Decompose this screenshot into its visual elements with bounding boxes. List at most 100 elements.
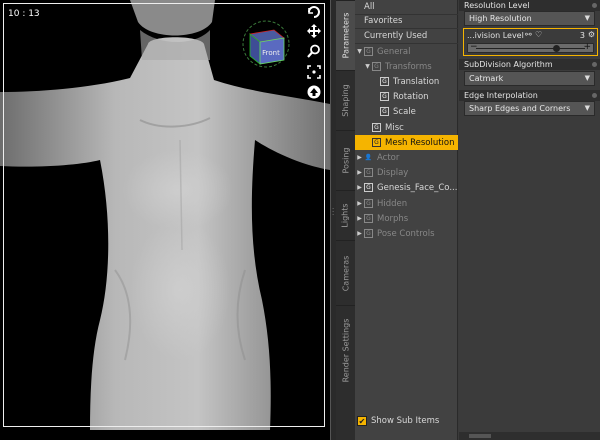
expand-down-icon[interactable]: ▼ (363, 63, 372, 70)
subdivision-algorithm-value: Catmark (469, 74, 504, 83)
tab-posing[interactable]: Posing (336, 130, 355, 190)
group-icon: G (380, 77, 389, 86)
favorite-heart-icon[interactable]: ♡ (535, 30, 542, 39)
group-icon: G (372, 138, 381, 147)
subdivision-level-value[interactable]: 3 (580, 31, 585, 40)
tab-lights[interactable]: Lights (336, 190, 355, 240)
tree-node-rotation[interactable]: G Rotation (355, 89, 458, 104)
tree-node-misc[interactable]: G Misc (355, 120, 458, 135)
tab-label: Shaping (341, 84, 350, 117)
resolution-level-dropdown[interactable]: High Resolution ▼ (464, 11, 595, 26)
slider-knob[interactable] (552, 45, 560, 52)
subdivision-algorithm-dropdown[interactable]: Catmark ▼ (464, 71, 595, 86)
edge-interpolation-title: Edge Interpolation (464, 91, 538, 100)
group-icon: G (364, 199, 373, 208)
tree-item-all[interactable]: All (355, 0, 458, 15)
property-options-icon[interactable] (592, 93, 597, 98)
tree-node-label: Rotation (393, 91, 429, 102)
tree-item-label: All (364, 2, 375, 12)
tab-parameters[interactable]: Parameters (336, 0, 355, 70)
view-cube[interactable]: Front (240, 18, 292, 70)
tree-node-label: Misc (385, 122, 404, 133)
tree-item-label: Favorites (364, 16, 403, 26)
expand-right-icon[interactable]: ▶ (355, 215, 364, 222)
tree-node-pose-controls[interactable]: ▶ G Pose Controls (355, 226, 458, 241)
expand-right-icon[interactable]: ▶ (355, 154, 364, 161)
subdivision-algorithm-header: SubDivision Algorithm (459, 59, 600, 70)
tree-node-general[interactable]: ▼ G General (355, 44, 458, 59)
increment-icon[interactable]: + (583, 42, 591, 52)
up-arrow-icon[interactable] (306, 84, 322, 100)
actor-icon: 👤 (364, 154, 373, 161)
viewport-timestamp: 10 : 13 (8, 9, 40, 19)
link-icon[interactable]: ⚯ (525, 30, 532, 39)
tree-node-label: Actor (377, 152, 400, 163)
zoom-icon[interactable] (306, 43, 322, 59)
tree-node-translation[interactable]: G Translation (355, 74, 458, 89)
gear-icon[interactable]: ⚙ (588, 30, 595, 39)
group-icon: G (364, 168, 373, 177)
tree-item-currently-used[interactable]: Currently Used (355, 29, 458, 44)
tab-cameras[interactable]: Cameras (336, 240, 355, 305)
tree-node-label: Translation (393, 76, 440, 87)
property-options-icon[interactable] (592, 3, 597, 8)
expand-right-icon[interactable]: ▶ (355, 230, 364, 237)
property-options-icon[interactable] (592, 62, 597, 67)
tree-node-label: Genesis_Face_Co... (377, 182, 458, 193)
chevron-down-icon: ▼ (584, 14, 590, 22)
tab-shaping[interactable]: Shaping (336, 70, 355, 130)
tree-node-scale[interactable]: G Scale (355, 104, 458, 119)
parameter-tree: All Favorites Currently Used ▼ G General ▼… (355, 0, 458, 440)
tree-node-mesh-resolution[interactable]: G Mesh Resolution (355, 135, 458, 150)
edge-interpolation-header: Edge Interpolation (459, 90, 600, 101)
tree-node-genesis-face[interactable]: ▶ G Genesis_Face_Co... (355, 180, 458, 195)
expand-right-icon[interactable]: ▶ (355, 169, 364, 176)
tree-node-hidden[interactable]: ▶ G Hidden (355, 196, 458, 211)
group-icon: G (364, 183, 373, 192)
slider-line (476, 48, 585, 49)
subdivision-level-label: ...ivision Level (467, 31, 524, 40)
pan-icon[interactable] (306, 23, 322, 39)
tab-label: Render Settings (341, 318, 350, 383)
tab-label: Posing (341, 147, 351, 174)
tab-render-settings[interactable]: Render Settings (336, 305, 355, 395)
expand-right-icon[interactable]: ▶ (355, 200, 364, 207)
pane-tab-strip: Parameters Shaping Posing Lights Cameras… (336, 0, 355, 440)
tree-node-actor[interactable]: ▶ 👤 Actor (355, 150, 458, 165)
3d-viewport[interactable]: Front 10 : 13 (0, 0, 330, 440)
resolution-level-title: Resolution Level (464, 1, 530, 10)
tree-item-label: Currently Used (364, 31, 428, 41)
tab-label: Cameras (341, 255, 350, 291)
frame-icon[interactable] (306, 64, 322, 80)
chevron-down-icon: ▼ (584, 74, 590, 82)
tree-node-display[interactable]: ▶ G Display (355, 165, 458, 180)
tree-node-label: Mesh Resolution (385, 137, 455, 148)
splitter-grip-icon: · · · (332, 205, 335, 219)
tree-item-favorites[interactable]: Favorites (355, 14, 458, 29)
chevron-down-icon: ▼ (584, 104, 590, 112)
subdivision-algorithm-title: SubDivision Algorithm (464, 60, 553, 69)
tree-node-label: Morphs (377, 213, 409, 224)
tree-node-transforms[interactable]: ▼ G Transforms (355, 59, 458, 74)
edge-interpolation-value: Sharp Edges and Corners (469, 104, 571, 113)
property-panel: Resolution Level High Resolution ▼ SubDi… (459, 0, 600, 440)
expand-down-icon[interactable]: ▼ (355, 48, 364, 55)
tree-node-label: Pose Controls (377, 228, 435, 239)
tree-node-label: General (377, 46, 411, 57)
tab-label: Lights (341, 203, 351, 228)
group-icon: G (364, 229, 373, 238)
expand-right-icon[interactable]: ▶ (355, 184, 364, 191)
edge-interpolation-dropdown[interactable]: Sharp Edges and Corners ▼ (464, 101, 595, 116)
subdivision-level-slider-box: ...ivision Level ⚯ ♡ 3 ⚙ − + (463, 28, 598, 56)
group-icon: G (372, 123, 381, 132)
tab-label: Parameters (341, 12, 351, 59)
resize-grip-icon[interactable] (469, 434, 491, 438)
orbit-icon[interactable] (306, 4, 322, 20)
show-sub-items-checkbox[interactable]: ✔ Show Sub Items (357, 416, 439, 426)
subdivision-level-slider[interactable]: − + (467, 42, 594, 53)
decrement-icon[interactable]: − (470, 42, 478, 52)
tree-node-morphs[interactable]: ▶ G Morphs (355, 211, 458, 226)
view-cube-label: Front (262, 49, 280, 57)
group-icon: G (380, 92, 389, 101)
resolution-level-value: High Resolution (469, 14, 532, 23)
